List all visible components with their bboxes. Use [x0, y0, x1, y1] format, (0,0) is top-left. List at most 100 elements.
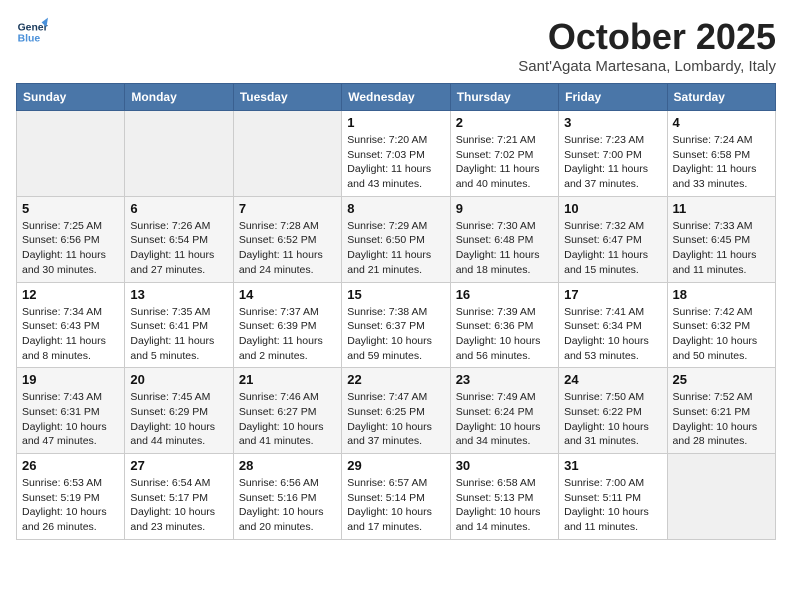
calendar-cell: 19 Sunrise: 7:43 AM Sunset: 6:31 PM Dayli… [17, 368, 125, 454]
calendar-cell: 31 Sunrise: 7:00 AM Sunset: 5:11 PM Dayli… [559, 454, 667, 540]
day-number: 11 [673, 201, 770, 216]
calendar-week-row: 5Sunrise: 7:25 AM Sunset: 6:56 PM Daylig… [17, 196, 776, 282]
day-number: 2 [456, 115, 553, 130]
calendar-cell: 17Sunrise: 7:41 AM Sunset: 6:34 PM Dayli… [559, 282, 667, 368]
location-subtitle: Sant'Agata Martesana, Lombardy, Italy [518, 58, 776, 75]
calendar-cell: 25 Sunrise: 7:52 AM Sunset: 6:21 PM Dayli… [667, 368, 775, 454]
day-info: Sunrise: 6:57 AM Sunset: 5:14 PM Dayligh… [347, 476, 444, 535]
day-number: 30 [456, 458, 553, 473]
calendar-cell: 16Sunrise: 7:39 AM Sunset: 6:36 PM Dayli… [450, 282, 558, 368]
weekday-header-tuesday: Tuesday [233, 84, 341, 111]
day-info: Sunrise: 7:33 AM Sunset: 6:45 PM Dayligh… [673, 219, 770, 278]
day-number: 14 [239, 287, 336, 302]
day-number: 19 [22, 372, 119, 387]
calendar-cell [125, 111, 233, 197]
calendar-cell: 5Sunrise: 7:25 AM Sunset: 6:56 PM Daylig… [17, 196, 125, 282]
day-number: 12 [22, 287, 119, 302]
day-number: 21 [239, 372, 336, 387]
day-info: Sunrise: 7:41 AM Sunset: 6:34 PM Dayligh… [564, 305, 661, 364]
day-number: 18 [673, 287, 770, 302]
day-info: Sunrise: 6:53 AM Sunset: 5:19 PM Dayligh… [22, 476, 119, 535]
day-info: Sunrise: 6:58 AM Sunset: 5:13 PM Dayligh… [456, 476, 553, 535]
calendar-cell [17, 111, 125, 197]
calendar-cell: 21 Sunrise: 7:46 AM Sunset: 6:27 PM Dayli… [233, 368, 341, 454]
calendar-cell: 15Sunrise: 7:38 AM Sunset: 6:37 PM Dayli… [342, 282, 450, 368]
calendar-cell: 3Sunrise: 7:23 AM Sunset: 7:00 PM Daylig… [559, 111, 667, 197]
day-number: 24 [564, 372, 661, 387]
day-number: 22 [347, 372, 444, 387]
day-info: Sunrise: 6:56 AM Sunset: 5:16 PM Dayligh… [239, 476, 336, 535]
day-info: Sunrise: 7:52 AM Sunset: 6:21 PM Dayligh… [673, 390, 770, 449]
calendar-week-row: 19 Sunrise: 7:43 AM Sunset: 6:31 PM Dayli… [17, 368, 776, 454]
day-info: Sunrise: 7:38 AM Sunset: 6:37 PM Dayligh… [347, 305, 444, 364]
weekday-header-row: SundayMondayTuesdayWednesdayThursdayFrid… [17, 84, 776, 111]
day-number: 10 [564, 201, 661, 216]
calendar-cell: 28 Sunrise: 6:56 AM Sunset: 5:16 PM Dayli… [233, 454, 341, 540]
day-info: Sunrise: 7:00 AM Sunset: 5:11 PM Dayligh… [564, 476, 661, 535]
day-number: 26 [22, 458, 119, 473]
logo-icon: General Blue [16, 16, 48, 48]
calendar-week-row: 12 Sunrise: 7:34 AM Sunset: 6:43 PM Dayli… [17, 282, 776, 368]
day-info: Sunrise: 7:45 AM Sunset: 6:29 PM Dayligh… [130, 390, 227, 449]
calendar-cell [667, 454, 775, 540]
day-number: 4 [673, 115, 770, 130]
day-number: 31 [564, 458, 661, 473]
calendar-cell: 10 Sunrise: 7:32 AM Sunset: 6:47 PM Dayli… [559, 196, 667, 282]
day-number: 27 [130, 458, 227, 473]
calendar-cell: 23Sunrise: 7:49 AM Sunset: 6:24 PM Dayli… [450, 368, 558, 454]
page-header: General Blue October 2025 Sant'Agata Mar… [16, 16, 776, 75]
day-info: Sunrise: 7:46 AM Sunset: 6:27 PM Dayligh… [239, 390, 336, 449]
calendar-cell: 26 Sunrise: 6:53 AM Sunset: 5:19 PM Dayli… [17, 454, 125, 540]
weekday-header-saturday: Saturday [667, 84, 775, 111]
calendar-cell: 29Sunrise: 6:57 AM Sunset: 5:14 PM Dayli… [342, 454, 450, 540]
day-number: 8 [347, 201, 444, 216]
calendar-cell: 2 Sunrise: 7:21 AM Sunset: 7:02 PM Daylig… [450, 111, 558, 197]
day-info: Sunrise: 7:30 AM Sunset: 6:48 PM Dayligh… [456, 219, 553, 278]
day-info: Sunrise: 7:26 AM Sunset: 6:54 PM Dayligh… [130, 219, 227, 278]
day-info: Sunrise: 7:20 AM Sunset: 7:03 PM Dayligh… [347, 133, 444, 192]
calendar-week-row: 1 Sunrise: 7:20 AM Sunset: 7:03 PM Daylig… [17, 111, 776, 197]
day-info: Sunrise: 7:50 AM Sunset: 6:22 PM Dayligh… [564, 390, 661, 449]
weekday-header-friday: Friday [559, 84, 667, 111]
day-number: 1 [347, 115, 444, 130]
calendar-cell: 30 Sunrise: 6:58 AM Sunset: 5:13 PM Dayli… [450, 454, 558, 540]
day-number: 28 [239, 458, 336, 473]
svg-text:Blue: Blue [18, 34, 41, 45]
day-info: Sunrise: 7:49 AM Sunset: 6:24 PM Dayligh… [456, 390, 553, 449]
day-number: 25 [673, 372, 770, 387]
calendar-cell: 20 Sunrise: 7:45 AM Sunset: 6:29 PM Dayli… [125, 368, 233, 454]
calendar-cell: 18 Sunrise: 7:42 AM Sunset: 6:32 PM Dayli… [667, 282, 775, 368]
weekday-header-thursday: Thursday [450, 84, 558, 111]
logo: General Blue [16, 16, 48, 48]
day-info: Sunrise: 7:43 AM Sunset: 6:31 PM Dayligh… [22, 390, 119, 449]
day-info: Sunrise: 7:42 AM Sunset: 6:32 PM Dayligh… [673, 305, 770, 364]
day-info: Sunrise: 7:25 AM Sunset: 6:56 PM Dayligh… [22, 219, 119, 278]
day-info: Sunrise: 7:24 AM Sunset: 6:58 PM Dayligh… [673, 133, 770, 192]
calendar-cell: 27 Sunrise: 6:54 AM Sunset: 5:17 PM Dayli… [125, 454, 233, 540]
calendar-week-row: 26 Sunrise: 6:53 AM Sunset: 5:19 PM Dayli… [17, 454, 776, 540]
day-info: Sunrise: 7:32 AM Sunset: 6:47 PM Dayligh… [564, 219, 661, 278]
day-info: Sunrise: 7:35 AM Sunset: 6:41 PM Dayligh… [130, 305, 227, 364]
day-info: Sunrise: 7:28 AM Sunset: 6:52 PM Dayligh… [239, 219, 336, 278]
calendar-cell: 22 Sunrise: 7:47 AM Sunset: 6:25 PM Dayli… [342, 368, 450, 454]
calendar-cell: 11 Sunrise: 7:33 AM Sunset: 6:45 PM Dayli… [667, 196, 775, 282]
day-info: Sunrise: 6:54 AM Sunset: 5:17 PM Dayligh… [130, 476, 227, 535]
day-info: Sunrise: 7:34 AM Sunset: 6:43 PM Dayligh… [22, 305, 119, 364]
calendar-cell: 13 Sunrise: 7:35 AM Sunset: 6:41 PM Dayli… [125, 282, 233, 368]
month-title: October 2025 [518, 16, 776, 58]
calendar-cell: 1 Sunrise: 7:20 AM Sunset: 7:03 PM Daylig… [342, 111, 450, 197]
day-info: Sunrise: 7:47 AM Sunset: 6:25 PM Dayligh… [347, 390, 444, 449]
day-number: 7 [239, 201, 336, 216]
day-info: Sunrise: 7:39 AM Sunset: 6:36 PM Dayligh… [456, 305, 553, 364]
calendar-table: SundayMondayTuesdayWednesdayThursdayFrid… [16, 83, 776, 540]
calendar-cell: 8Sunrise: 7:29 AM Sunset: 6:50 PM Daylig… [342, 196, 450, 282]
calendar-cell: 12 Sunrise: 7:34 AM Sunset: 6:43 PM Dayli… [17, 282, 125, 368]
day-number: 20 [130, 372, 227, 387]
day-number: 9 [456, 201, 553, 216]
day-info: Sunrise: 7:21 AM Sunset: 7:02 PM Dayligh… [456, 133, 553, 192]
day-number: 13 [130, 287, 227, 302]
calendar-cell: 4 Sunrise: 7:24 AM Sunset: 6:58 PM Daylig… [667, 111, 775, 197]
calendar-cell: 14Sunrise: 7:37 AM Sunset: 6:39 PM Dayli… [233, 282, 341, 368]
calendar-cell: 7 Sunrise: 7:28 AM Sunset: 6:52 PM Daylig… [233, 196, 341, 282]
weekday-header-wednesday: Wednesday [342, 84, 450, 111]
